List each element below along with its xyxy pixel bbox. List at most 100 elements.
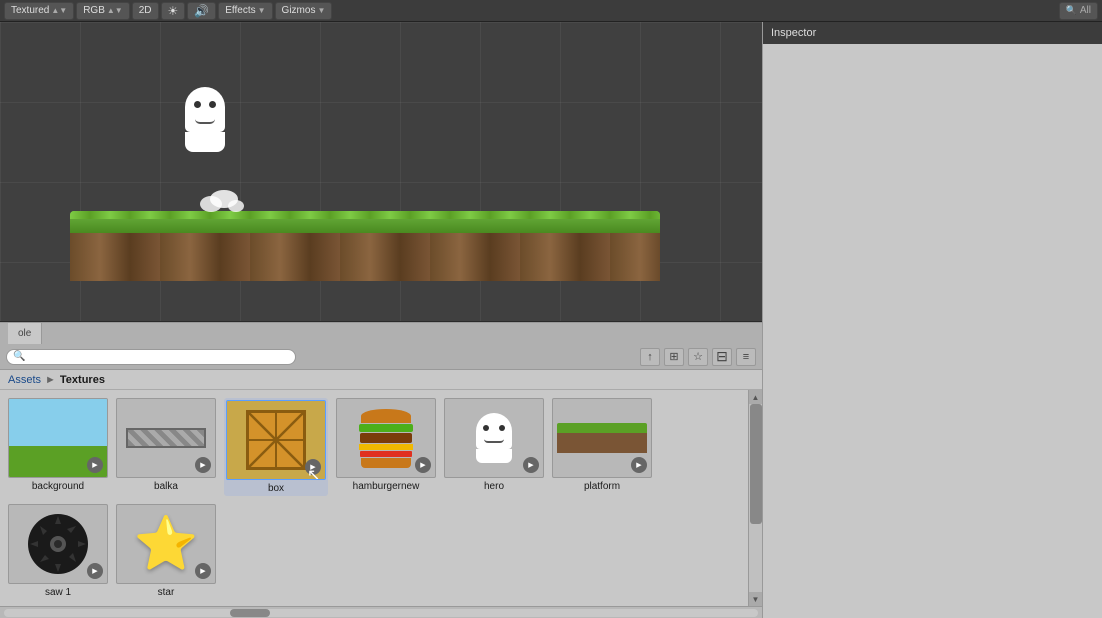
scroll-thumb[interactable] (750, 404, 762, 524)
list-item[interactable]: ▶ ↖ box (224, 398, 328, 496)
scene-container: ole 🔍 ↑ ⊞ ☆ ⊟ ≡ Assets ► Textures (0, 22, 762, 618)
inspector-title-label: Inspector (771, 27, 816, 39)
h-scroll-track[interactable] (4, 609, 758, 617)
platform-top-preview (557, 423, 647, 433)
asset-name-balka: balka (154, 481, 178, 492)
effects-dropdown-arrow: ▼ (258, 6, 266, 15)
list-item[interactable]: ▶ saw 1 (8, 504, 108, 598)
asset-thumb-platform[interactable]: ▶ (552, 398, 652, 478)
mini-ghost-eye-left (483, 425, 489, 431)
play-button-box[interactable]: ▶ (305, 459, 321, 475)
ghost-eye-right (209, 101, 216, 108)
sun-icon-button[interactable]: ☀ (161, 2, 186, 20)
cheese (359, 444, 413, 450)
scroll-track[interactable] (749, 404, 763, 592)
asset-thumb-hamburger[interactable]: ▶ (336, 398, 436, 478)
asset-name-hero: hero (484, 481, 504, 492)
play-button-hero[interactable]: ▶ (523, 457, 539, 473)
scene-viewport[interactable] (0, 22, 762, 322)
platform-top (70, 211, 660, 233)
ghost-eye-left (194, 101, 201, 108)
gizmos-dropdown-arrow: ▼ (317, 6, 325, 15)
list-item[interactable]: ▶ hero (444, 398, 544, 496)
play-button-star[interactable]: ▶ (195, 563, 211, 579)
list-item[interactable]: ▶ balka (116, 398, 216, 496)
bun-top (361, 409, 411, 423)
list-item[interactable]: ▶ platform (552, 398, 652, 496)
assets-toolbar: 🔍 ↑ ⊞ ☆ ⊟ ≡ (0, 344, 762, 370)
assets-search-box[interactable]: 🔍 (6, 349, 296, 365)
mini-ghost-eye-right (499, 425, 505, 431)
scroll-down-arrow[interactable]: ▼ (749, 592, 763, 606)
vertical-scrollbar[interactable]: ▲ ▼ (748, 390, 762, 606)
inspector-title-bar: Inspector (763, 22, 1102, 44)
play-button-saw[interactable]: ▶ (87, 563, 103, 579)
ghost-body (185, 132, 225, 152)
scene-toolbar: Textured ▲▼ RGB ▲▼ 2D ☀ 🔊 Effects ▼ Gizm… (0, 0, 1102, 22)
asset-name-box: box (268, 483, 284, 494)
cloud-sprite (200, 190, 250, 212)
breadcrumb-bar: Assets ► Textures (0, 370, 762, 390)
asset-thumb-saw[interactable]: ▶ (8, 504, 108, 584)
console-tab-bar: ole (0, 322, 762, 344)
search-icon: 🔍 (13, 351, 25, 362)
platform-bottom (70, 233, 660, 281)
audio-icon-button[interactable]: 🔊 (187, 2, 216, 20)
breadcrumb-textures: Textures (60, 374, 105, 386)
balka-preview (126, 428, 206, 448)
star-preview: ⭐ (134, 518, 199, 570)
star-filter-button[interactable]: ☆ (688, 348, 708, 366)
saw-preview (28, 514, 88, 574)
hero-character (180, 87, 230, 157)
list-item[interactable]: ▶ background (8, 398, 108, 496)
asset-name-background: background (32, 481, 84, 492)
minimize-button[interactable]: ⊟ (712, 348, 732, 366)
asset-thumb-background[interactable]: ▶ (8, 398, 108, 478)
asset-thumb-star[interactable]: ⭐ ▶ (116, 504, 216, 584)
platform-sprite (70, 211, 660, 281)
rgb-dropdown-arrow: ▲▼ (107, 6, 123, 15)
lettuce (359, 424, 413, 432)
play-button-hamburger[interactable]: ▶ (415, 457, 431, 473)
platform-bot-preview (557, 433, 647, 453)
assets-grid: ▶ background ▶ balka (0, 390, 748, 606)
tomato (360, 451, 412, 457)
bun-bottom (361, 458, 411, 468)
list-item[interactable]: ▶ hamburgernew (336, 398, 436, 496)
h-scroll-thumb[interactable] (230, 609, 270, 617)
grid-list-button[interactable]: ≡ (736, 348, 756, 366)
breadcrumb-separator: ► (45, 374, 56, 386)
play-button-background[interactable]: ▶ (87, 457, 103, 473)
patty (360, 433, 412, 443)
tab-ole[interactable]: ole (8, 323, 42, 344)
list-item[interactable]: ⭐ ▶ star (116, 504, 216, 598)
bottom-panel: ole 🔍 ↑ ⊞ ☆ ⊟ ≡ Assets ► Textures (0, 322, 762, 618)
breadcrumb-assets[interactable]: Assets (8, 374, 41, 386)
upload-button[interactable]: ↑ (640, 348, 660, 366)
play-button-balka[interactable]: ▶ (195, 457, 211, 473)
ghost-head (185, 87, 225, 132)
horizontal-scrollbar[interactable] (0, 606, 762, 618)
textured-dropdown[interactable]: Textured ▲▼ (4, 2, 74, 20)
asset-thumb-box[interactable]: ▶ ↖ (226, 400, 326, 480)
mini-ghost-body (476, 449, 512, 463)
saw-teeth-icon (28, 514, 88, 574)
main-area: ole 🔍 ↑ ⊞ ☆ ⊟ ≡ Assets ► Textures (0, 22, 1102, 618)
ghost-mouth (195, 119, 215, 124)
play-button-platform[interactable]: ▶ (631, 457, 647, 473)
search-all-field[interactable]: 🔍 All (1059, 2, 1098, 20)
effects-label: Effects (225, 5, 255, 16)
platform-preview (557, 423, 647, 453)
rgb-dropdown[interactable]: RGB ▲▼ (76, 2, 130, 20)
inspector-panel: Inspector (762, 22, 1102, 618)
box-x-lines-icon (249, 413, 303, 467)
mode-2d-button[interactable]: 2D (132, 2, 159, 20)
asset-name-hamburger: hamburgernew (353, 481, 420, 492)
scroll-up-arrow[interactable]: ▲ (749, 390, 763, 404)
asset-thumb-balka[interactable]: ▶ (116, 398, 216, 478)
effects-dropdown[interactable]: Effects ▼ (218, 2, 272, 20)
textured-dropdown-arrow: ▲▼ (51, 6, 67, 15)
gizmos-dropdown[interactable]: Gizmos ▼ (275, 2, 333, 20)
asset-thumb-hero[interactable]: ▶ (444, 398, 544, 478)
tag-button[interactable]: ⊞ (664, 348, 684, 366)
